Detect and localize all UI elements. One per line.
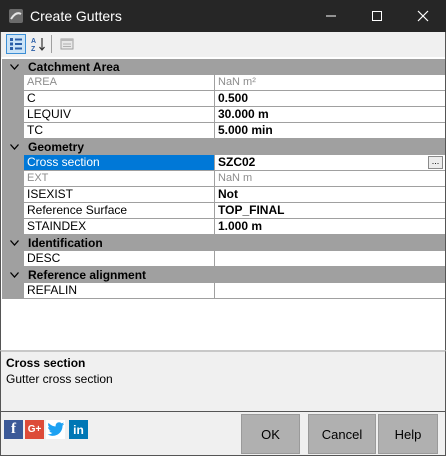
property-value[interactable]: TOP_FINAL [215, 203, 445, 219]
property-row-reference-surface[interactable]: Reference Surface TOP_FINAL [2, 203, 445, 219]
category-label: Reference alignment [28, 268, 147, 282]
property-value[interactable]: 1.000 m [215, 219, 445, 235]
categorized-icon[interactable] [6, 34, 26, 54]
property-value: NaN m² [215, 75, 445, 91]
property-pages-icon[interactable] [57, 34, 77, 54]
property-value[interactable]: Not [215, 187, 445, 203]
ok-button[interactable]: OK [241, 414, 300, 454]
property-row-staindex[interactable]: STAINDEX 1.000 m [2, 219, 445, 235]
minimize-icon[interactable] [308, 0, 354, 32]
svg-text:Z: Z [31, 46, 36, 52]
property-row-desc[interactable]: DESC [2, 251, 445, 267]
property-row-isexist[interactable]: ISEXIST Not [2, 187, 445, 203]
property-row-lequiv[interactable]: LEQUIV 30.000 m [2, 107, 445, 123]
window-title: Create Gutters [30, 8, 122, 24]
description-text: Gutter cross section [6, 372, 113, 386]
property-value[interactable]: SZC02 ... [215, 155, 445, 171]
facebook-icon[interactable]: f [4, 420, 23, 439]
title-bar: Create Gutters [0, 0, 446, 32]
property-name[interactable]: ISEXIST [24, 187, 215, 203]
property-row-area: AREA NaN m² [2, 75, 445, 91]
property-name: AREA [24, 75, 215, 91]
maximize-icon[interactable] [354, 0, 400, 32]
property-value[interactable] [215, 251, 445, 267]
category-label: Catchment Area [28, 60, 120, 74]
description-panel: Cross section Gutter cross section [0, 350, 446, 412]
collapse-chevron-icon[interactable] [8, 60, 20, 74]
property-name[interactable]: REFALIN [24, 283, 215, 299]
category-label: Identification [28, 236, 103, 250]
property-name[interactable]: STAINDEX [24, 219, 215, 235]
property-row-cross-section[interactable]: Cross section SZC02 ... [2, 155, 445, 171]
collapse-chevron-icon[interactable] [8, 140, 20, 154]
property-row-tc[interactable]: TC 5.000 min [2, 123, 445, 139]
property-name: EXT [24, 171, 215, 187]
property-row-c[interactable]: C 0.500 [2, 91, 445, 107]
property-name[interactable]: Reference Surface [24, 203, 215, 219]
cross-section-value[interactable]: SZC02 [218, 155, 255, 169]
toolbar-separator [51, 35, 52, 53]
category-identification[interactable]: Identification [2, 235, 445, 251]
sort-az-icon[interactable]: A Z [28, 34, 48, 54]
property-value[interactable]: 5.000 min [215, 123, 445, 139]
property-value[interactable]: 0.500 [215, 91, 445, 107]
property-row-ext: EXT NaN m [2, 171, 445, 187]
help-button[interactable]: Help [378, 414, 438, 454]
app-icon [8, 8, 24, 24]
property-name[interactable]: DESC [24, 251, 215, 267]
category-label: Geometry [28, 140, 85, 154]
cancel-button[interactable]: Cancel [308, 414, 376, 454]
close-icon[interactable] [400, 0, 446, 32]
twitter-icon[interactable] [46, 420, 65, 439]
description-title: Cross section [6, 356, 86, 370]
category-reference-alignment[interactable]: Reference alignment [2, 267, 445, 283]
category-catchment-area[interactable]: Catchment Area [2, 59, 445, 75]
dialog-footer: f G+ in OK Cancel Help [0, 412, 446, 456]
google-plus-icon[interactable]: G+ [25, 420, 44, 439]
property-value: NaN m [215, 171, 445, 187]
property-value[interactable] [215, 283, 445, 299]
category-geometry[interactable]: Geometry [2, 139, 445, 155]
property-value[interactable]: 30.000 m [215, 107, 445, 123]
browse-button[interactable]: ... [428, 156, 443, 169]
linkedin-icon[interactable]: in [69, 420, 88, 439]
property-row-refalin[interactable]: REFALIN [2, 283, 445, 299]
property-name[interactable]: LEQUIV [24, 107, 215, 123]
property-name[interactable]: TC [24, 123, 215, 139]
property-name[interactable]: C [24, 91, 215, 107]
svg-text:A: A [31, 38, 36, 45]
property-name[interactable]: Cross section [24, 155, 215, 171]
collapse-chevron-icon[interactable] [8, 236, 20, 250]
toolbar: A Z [0, 32, 446, 57]
property-grid: Catchment Area AREA NaN m² C 0.500 LEQUI… [0, 57, 446, 350]
collapse-chevron-icon[interactable] [8, 268, 20, 282]
